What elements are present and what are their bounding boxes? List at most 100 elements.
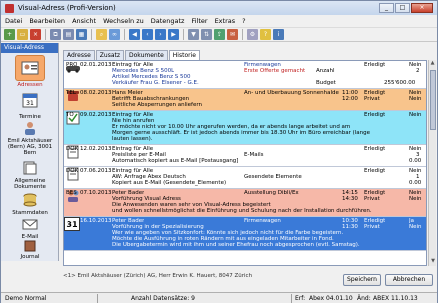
print-icon[interactable]: ▦ <box>76 29 87 40</box>
row-line: lauten lassen). <box>112 136 153 142</box>
status-record-count: Anzahl Datensätze: 9 <box>131 295 195 302</box>
tab-dokumente[interactable]: Dokumente <box>125 50 168 60</box>
minimize-button[interactable]: _ <box>379 3 394 13</box>
table-row[interactable]: DOK 12.02.2013 Eintrag für Alle Preislis… <box>64 145 426 167</box>
row-time: 11:30 <box>342 224 358 230</box>
paste-icon[interactable]: ▤ <box>63 29 74 40</box>
sidebar-item-label: Journal <box>20 254 40 260</box>
tab-zusatz[interactable]: Zusatz <box>95 50 124 60</box>
menu-extras[interactable]: Extras <box>215 17 236 25</box>
last-record-icon[interactable]: ▶ <box>168 29 179 40</box>
row-type: DOK <box>66 146 79 152</box>
scroll-up-icon[interactable]: ▲ <box>429 60 436 68</box>
filter-icon[interactable]: ▼ <box>188 29 199 40</box>
menu-datei[interactable]: Datei <box>5 17 22 25</box>
sidebar-item-kontakt[interactable]: Emil Aktshäuser (Bern) AG, 3001 Bern <box>5 119 55 156</box>
row-category: An- und Überbauung Sonnenhalde <box>244 90 339 96</box>
save-button[interactable]: Speichern <box>343 274 381 286</box>
tab-adresse[interactable]: Adresse <box>63 50 95 60</box>
settings-icon[interactable]: ⚙ <box>247 29 258 40</box>
row-status: Privat <box>364 196 380 202</box>
status-created-label: Erf: <box>295 295 306 302</box>
sidebar-item-dokumente[interactable]: Allgemeine Dokumente <box>5 159 55 190</box>
menu-datensatz[interactable]: Datengatz <box>151 17 185 25</box>
first-record-icon[interactable]: ◀ <box>129 29 140 40</box>
window-title: Visual-Adress (Profi-Version) <box>18 4 116 12</box>
menu-bearbeiten[interactable]: Bearbeiten <box>29 17 65 25</box>
table-row[interactable]: PRO 02.01.2013 Eintrag für Alle Mercedes… <box>64 61 426 89</box>
status-divider <box>97 294 98 303</box>
sidebar-item-label: Allgemeine Dokumente <box>14 178 46 190</box>
row-line: Seitliche Absperrungen anliefern <box>112 102 203 108</box>
toolbar: + ▭ × ⧉ ▤ ▦ ⌕ ∞ ◀ ‹ › ▶ ▼ ⇅ ⇪ ✉ ⚙ ? i <box>1 27 437 42</box>
table-row[interactable]: TEL 08.02.2013 Hans Meier Betrifft Bauab… <box>64 89 426 111</box>
prev-record-icon[interactable]: ‹ <box>142 29 153 40</box>
menu-wechseln[interactable]: Wechseln zu <box>103 17 144 25</box>
menu-filter[interactable]: Filter <box>191 17 207 25</box>
row-date: 16.10.2013 <box>80 218 112 224</box>
table-row[interactable]: BES 07.10.2013 Peter Bader Vorführung Vi… <box>64 189 426 217</box>
status-modified-label: Änd: <box>357 295 371 302</box>
calendar-icon: 31 <box>15 87 45 113</box>
export-icon[interactable]: ⇪ <box>214 29 225 40</box>
row-value: 2 <box>416 68 420 74</box>
database-icon <box>15 191 45 209</box>
help-icon[interactable]: ? <box>260 29 271 40</box>
open-folder-icon[interactable]: ▭ <box>17 29 28 40</box>
current-address-label: <1> Emil Aktshäuser (Zürich) AG, Herr Er… <box>63 273 253 279</box>
row-date: 07.10.2013 <box>80 190 112 196</box>
vertical-scrollbar[interactable]: ▲ ▼ <box>428 60 436 266</box>
row-category: Gesendete Elemente <box>244 174 302 180</box>
title-bar: Visual-Adress (Profi-Version) _ □ × <box>1 1 437 15</box>
row-type: DOK <box>66 168 79 174</box>
tab-bar: Adresse Zusatz Dokumente Historie <box>63 50 200 60</box>
row-line: Kopiert aus E-Mail (Gesendete_Elemente) <box>112 180 227 186</box>
new-icon[interactable]: + <box>4 29 15 40</box>
maximize-button[interactable]: □ <box>395 3 410 13</box>
tab-historie[interactable]: Historie <box>168 50 200 60</box>
toolbar-separator <box>183 29 184 40</box>
search-icon[interactable]: ⌕ <box>96 29 107 40</box>
sidebar-item-email[interactable]: E-Mail <box>5 215 55 240</box>
next-record-icon[interactable]: › <box>155 29 166 40</box>
table-row[interactable]: TO 09.02.2013 Eintrag für Alle Nie hin a… <box>64 111 426 145</box>
row-status: Erledigt <box>364 146 386 152</box>
menu-help[interactable]: ? <box>242 17 245 25</box>
row-status: Erledigt <box>364 62 386 68</box>
copy-icon[interactable]: ⧉ <box>50 29 61 40</box>
sort-icon[interactable]: ⇅ <box>201 29 212 40</box>
sidebar-item-stammdaten[interactable]: Stammdaten <box>5 191 55 216</box>
sidebar-item-adressen[interactable]: Adressen <box>5 55 55 88</box>
row-value: 0.00 <box>409 158 422 164</box>
row-category: Firmenwagen <box>244 218 281 224</box>
row-date: 07.06.2013 <box>80 168 112 174</box>
journal-icon <box>15 239 45 253</box>
row-flag: Nein <box>409 196 422 202</box>
row-category: Ausstellung Dibli/Ex <box>244 190 299 196</box>
scroll-thumb[interactable] <box>430 70 436 130</box>
sidebar-item-termine[interactable]: 31 Termine <box>5 87 55 120</box>
binoculars-icon[interactable]: ∞ <box>109 29 120 40</box>
delete-icon[interactable]: × <box>30 29 41 40</box>
row-date: 02.01.2013 <box>80 62 112 68</box>
row-type: TEL <box>66 90 76 96</box>
status-mode: Demo Normal <box>5 295 47 302</box>
row-line: Automatisch kopiert aus E-Mail [Postausg… <box>112 158 239 164</box>
row-flag: Nein <box>409 96 422 102</box>
table-row[interactable]: TRM 16.10.2013 31 Peter Bader Vorführung… <box>64 217 426 251</box>
close-button[interactable]: × <box>411 3 433 13</box>
mail-icon[interactable]: ✉ <box>227 29 238 40</box>
info-icon[interactable]: i <box>273 29 284 40</box>
sidebar-item-journal[interactable]: Journal <box>5 239 55 260</box>
table-row[interactable]: DOK 07.06.2013 Eintrag für Alle AW: Anfr… <box>64 167 426 189</box>
menu-ansicht[interactable]: Ansicht <box>72 17 96 25</box>
row-line: Verkäufer Frau G. Elsener - G.E. <box>112 80 199 86</box>
row-label: Budget <box>316 80 336 86</box>
row-status: Privat <box>364 224 380 230</box>
row-line: und wollen schnellstmöglichst die Einfüh… <box>112 208 372 214</box>
cancel-button[interactable]: Abbrechen <box>385 274 433 286</box>
row-type: PRO <box>66 62 78 68</box>
sidebar-item-label: Emil Aktshäuser (Bern) AG, 3001 Bern <box>7 138 53 156</box>
scroll-down-icon[interactable]: ▼ <box>429 258 437 266</box>
sidebar-header: Visual-Adress <box>1 43 58 53</box>
